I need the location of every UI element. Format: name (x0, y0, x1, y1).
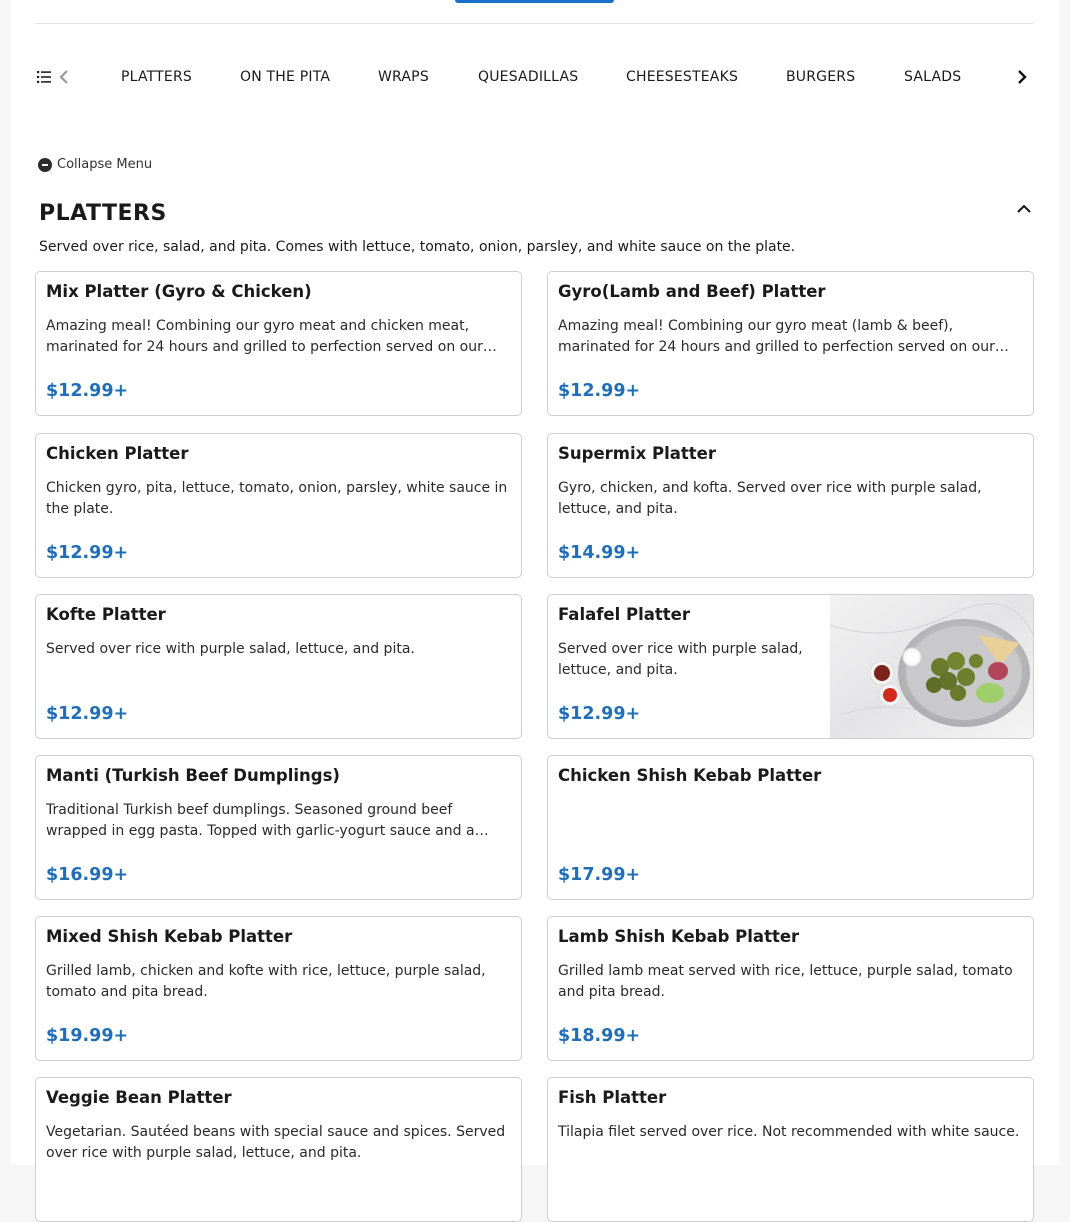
menu-item-card[interactable]: Falafel Platter Served over rice with pu… (547, 594, 1034, 739)
menu-page: PLATTERS ON THE PITA WRAPS QUESADILLAS C… (11, 0, 1059, 1222)
item-name: Chicken Platter (46, 444, 189, 463)
collapse-menu-button[interactable]: Collapse Menu (38, 157, 152, 172)
category-salads[interactable]: SALADS (904, 69, 961, 85)
item-description: Amazing meal! Combining our gyro meat (l… (558, 318, 1009, 355)
menu-item-card[interactable]: Mix Platter (Gyro & Chicken) Amazing mea… (35, 271, 522, 416)
category-burgers[interactable]: BURGERS (786, 69, 855, 85)
item-price: $19.99+ (46, 1026, 129, 1046)
chevron-up-icon[interactable] (1016, 202, 1032, 216)
item-name: Gyro(Lamb and Beef) Platter (558, 282, 826, 301)
item-description: Vegetarian. Sautéed beans with special s… (46, 1124, 506, 1161)
item-price: $14.99+ (558, 543, 641, 563)
menu-item-card[interactable]: Chicken Platter Chicken gyro, pita, lett… (35, 433, 522, 578)
menu-item-card[interactable]: Lamb Shish Kebab Platter Grilled lamb me… (547, 916, 1034, 1061)
item-name: Supermix Platter (558, 444, 716, 463)
item-name: Veggie Bean Platter (46, 1088, 232, 1107)
item-description: Served over rice with purple salad, lett… (46, 641, 415, 657)
item-name: Kofte Platter (46, 605, 166, 624)
category-on-the-pita[interactable]: ON THE PITA (240, 69, 330, 85)
item-description: Gyro, chicken, and kofta. Served over ri… (558, 480, 982, 517)
minus-circle-icon (38, 157, 52, 172)
item-name: Chicken Shish Kebab Platter (558, 766, 822, 785)
category-wraps[interactable]: WRAPS (378, 69, 429, 85)
item-description: Amazing meal! Combining our gyro meat an… (46, 318, 497, 355)
menu-item-card[interactable]: Gyro(Lamb and Beef) Platter Amazing meal… (547, 271, 1034, 416)
menu-item-card[interactable]: Chicken Shish Kebab Platter $17.99+ (547, 755, 1034, 900)
category-nav: PLATTERS ON THE PITA WRAPS QUESADILLAS C… (35, 58, 1034, 98)
menu-item-card[interactable]: Kofte Platter Served over rice with purp… (35, 594, 522, 739)
falafel-platter-photo (830, 595, 1033, 738)
item-description: Served over rice with purple salad, lett… (558, 641, 803, 678)
menu-item-card[interactable]: Fish Platter Tilapia filet served over r… (547, 1077, 1034, 1222)
section-title: PLATTERS (39, 201, 167, 226)
list-icon[interactable] (37, 71, 51, 83)
item-price: $18.99+ (558, 1026, 641, 1046)
menu-item-card[interactable]: Veggie Bean Platter Vegetarian. Sautéed … (35, 1077, 522, 1222)
category-quesadillas[interactable]: QUESADILLAS (478, 69, 578, 85)
item-name: Falafel Platter (558, 605, 690, 624)
item-price: $12.99+ (46, 381, 129, 401)
item-name: Fish Platter (558, 1088, 667, 1107)
collapse-menu-label: Collapse Menu (57, 157, 153, 172)
item-price: $17.99+ (558, 865, 641, 885)
item-description: Grilled lamb meat served with rice, lett… (558, 963, 1013, 1000)
chevron-left-icon[interactable] (57, 69, 71, 85)
menu-item-card[interactable]: Manti (Turkish Beef Dumplings) Tradition… (35, 755, 522, 900)
item-name: Mix Platter (Gyro & Chicken) (46, 282, 312, 301)
menu-item-card[interactable]: Supermix Platter Gyro, chicken, and koft… (547, 433, 1034, 578)
item-price: $12.99+ (558, 704, 641, 724)
chevron-right-icon[interactable] (1015, 69, 1029, 85)
item-price: $16.99+ (46, 865, 129, 885)
item-description: Traditional Turkish beef dumplings. Seas… (46, 802, 489, 839)
active-tab-indicator (455, 0, 614, 3)
section-description: Served over rice, salad, and pita. Comes… (39, 239, 796, 255)
item-name: Mixed Shish Kebab Platter (46, 927, 293, 946)
item-price: $12.99+ (46, 704, 129, 724)
item-description: Chicken gyro, pita, lettuce, tomato, oni… (46, 480, 508, 517)
menu-item-card[interactable]: Mixed Shish Kebab Platter Grilled lamb, … (35, 916, 522, 1061)
category-list: PLATTERS ON THE PITA WRAPS QUESADILLAS C… (35, 58, 1005, 98)
category-cheesesteaks[interactable]: CHEESESTEAKS (626, 69, 738, 85)
category-platters[interactable]: PLATTERS (121, 69, 192, 85)
item-description: Grilled lamb, chicken and kofte with ric… (46, 963, 486, 1000)
divider (35, 23, 1034, 24)
item-name: Manti (Turkish Beef Dumplings) (46, 766, 340, 785)
item-price: $12.99+ (46, 543, 129, 563)
item-price: $12.99+ (558, 381, 641, 401)
item-name: Lamb Shish Kebab Platter (558, 927, 800, 946)
item-description: Tilapia filet served over rice. Not reco… (558, 1124, 1020, 1140)
